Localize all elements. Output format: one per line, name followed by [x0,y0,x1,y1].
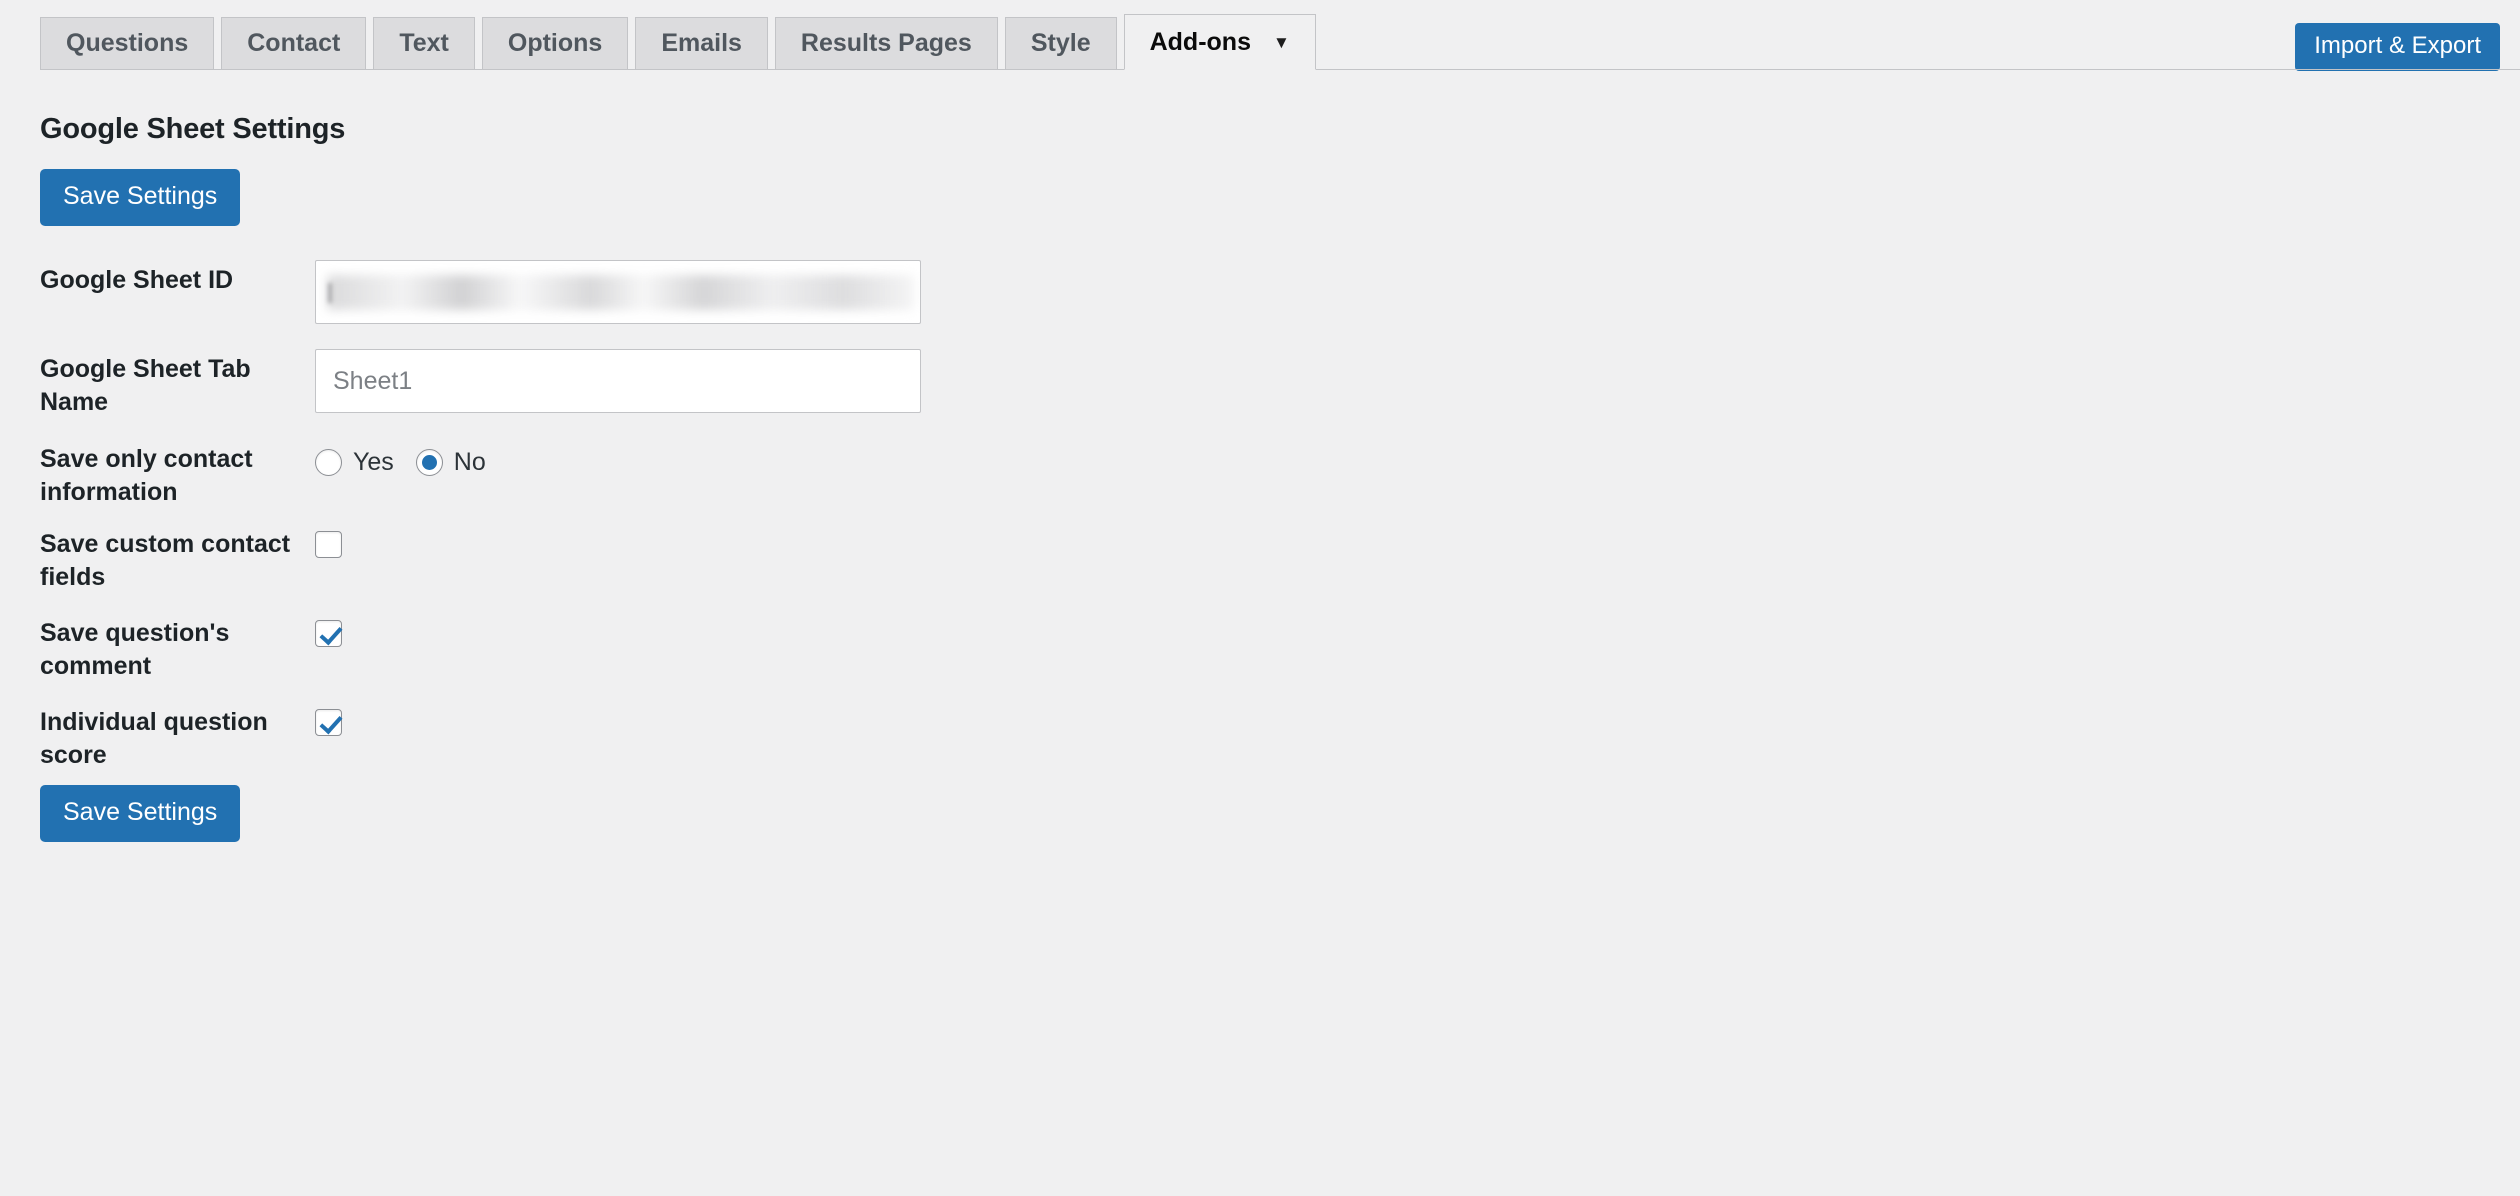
tab-label: Emails [661,29,742,57]
tab-contact[interactable]: Contact [221,17,367,70]
radio-icon-selected [415,449,443,476]
field-row-save-only-contact-information: Save only contact information Yes No [40,439,2520,516]
tab-label: Style [1030,29,1091,57]
save-question-comment-field [315,613,2520,647]
save-custom-contact-fields-checkbox[interactable] [315,531,342,558]
save-question-comment-label: Save question's comment [40,619,230,681]
field-row-save-custom-contact-fields: Save custom contact fields [40,524,2520,601]
radio-option-yes[interactable]: Yes [315,449,394,476]
radio-icon [315,449,342,476]
tab-emails[interactable]: Emails [635,17,768,70]
google-sheet-tab-name-field [315,349,2520,413]
page-title: Google Sheet Settings [40,113,346,145]
settings-panel: Google Sheet Settings Save Settings Goog… [0,70,2520,842]
redacted-value [327,275,914,310]
import-export-button[interactable]: Import & Export [2295,23,2500,71]
tab-style[interactable]: Style [1004,17,1117,70]
radio-option-no[interactable]: No [415,448,486,476]
tab-questions[interactable]: Questions [40,17,215,70]
tab-label: Contact [247,29,341,57]
google-sheet-id-input[interactable] [315,260,921,324]
save-question-comment-checkbox[interactable] [315,620,342,647]
tab-results-pages[interactable]: Results Pages [774,17,998,70]
individual-question-score-checkbox[interactable] [315,709,342,736]
individual-question-score-field [315,702,2520,736]
save-only-contact-radio-group: Yes No [315,439,2520,476]
tab-options[interactable]: Options [481,17,629,70]
settings-form: Google Sheet ID Google Sheet Tab Name Sa… [40,260,2520,779]
redacted-value-start [328,283,332,303]
google-sheet-tab-name-input[interactable] [315,349,921,413]
save-settings-button-top[interactable]: Save Settings [40,169,241,226]
tab-label: Text [399,29,449,57]
radio-option-label: Yes [353,448,394,476]
tab-add-ons[interactable]: Add-ons ▼ [1123,14,1316,70]
tab-label: Questions [66,29,189,57]
chevron-down-icon: ▼ [1272,32,1290,52]
tab-text[interactable]: Text [373,17,475,70]
save-settings-button-bottom[interactable]: Save Settings [40,785,241,842]
radio-option-label: No [453,448,486,476]
google-sheet-id-label: Google Sheet ID [40,266,234,294]
individual-question-score-label: Individual question score [40,708,268,770]
save-custom-contact-fields-field [315,524,2520,558]
google-sheet-id-field [315,260,2520,324]
google-sheet-tab-name-label: Google Sheet Tab Name [40,355,251,417]
tab-bar: Questions Contact Text Options Emails Re… [0,0,2520,71]
field-row-google-sheet-id: Google Sheet ID [40,260,2520,337]
field-row-save-question-comment: Save question's comment [40,613,2520,690]
save-only-contact-information-field: Yes No [315,439,2520,476]
field-row-google-sheet-tab-name: Google Sheet Tab Name [40,349,2520,426]
field-row-individual-question-score: Individual question score [40,702,2520,779]
save-only-contact-information-label: Save only contact information [40,445,253,507]
tab-label: Options [507,29,603,57]
tab-label: Results Pages [800,29,972,57]
tab-label: Add-ons [1149,27,1251,56]
save-custom-contact-fields-label: Save custom contact fields [40,530,291,592]
